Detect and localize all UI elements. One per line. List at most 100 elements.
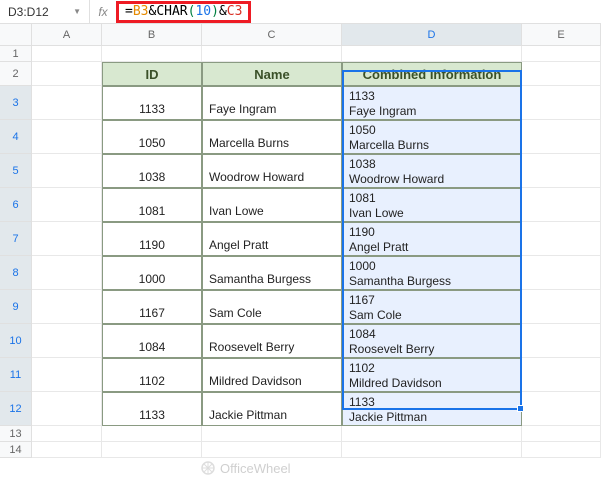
row-header-4[interactable]: 4	[0, 120, 32, 154]
cell-combined[interactable]: 1038 Woodrow Howard	[342, 154, 522, 188]
cell-combined[interactable]: 1167 Sam Cole	[342, 290, 522, 324]
col-header-c[interactable]: C	[202, 24, 342, 46]
chevron-down-icon[interactable]: ▼	[73, 7, 81, 16]
formula-input[interactable]: = B3 & CHAR ( 10 ) & C3	[116, 1, 251, 23]
cell-name[interactable]: Marcella Burns	[202, 120, 342, 154]
row-header-8[interactable]: 8	[0, 256, 32, 290]
cell-id[interactable]: 1084	[102, 324, 202, 358]
cell-name[interactable]: Mildred Davidson	[202, 358, 342, 392]
cell-combined[interactable]: 1133 Jackie Pittman	[342, 392, 522, 426]
cell[interactable]	[522, 324, 601, 358]
cell-combined[interactable]: 1081 Ivan Lowe	[342, 188, 522, 222]
cell-name[interactable]: Woodrow Howard	[202, 154, 342, 188]
cell[interactable]	[102, 442, 202, 458]
cell-combined[interactable]: 1133 Faye Ingram	[342, 86, 522, 120]
select-all-corner[interactable]	[0, 24, 32, 46]
cell-name[interactable]: Jackie Pittman	[202, 392, 342, 426]
cell-id[interactable]: 1133	[102, 86, 202, 120]
cell-combined[interactable]: 1084 Roosevelt Berry	[342, 324, 522, 358]
cell-id[interactable]: 1000	[102, 256, 202, 290]
cell[interactable]	[522, 426, 601, 442]
cell-name[interactable]: Faye Ingram	[202, 86, 342, 120]
cell-id[interactable]: 1133	[102, 392, 202, 426]
cell[interactable]	[522, 290, 601, 324]
row-header-5[interactable]: 5	[0, 154, 32, 188]
row-header-6[interactable]: 6	[0, 188, 32, 222]
header-combined[interactable]: Combined Information	[342, 62, 522, 86]
cell[interactable]	[102, 46, 202, 62]
cell[interactable]	[522, 256, 601, 290]
cell[interactable]	[32, 86, 102, 120]
cell-combined[interactable]: 1190 Angel Pratt	[342, 222, 522, 256]
cell[interactable]	[522, 392, 601, 426]
cell[interactable]	[32, 442, 102, 458]
formula-func: CHAR	[156, 4, 187, 19]
cell[interactable]	[342, 46, 522, 62]
cell[interactable]	[102, 426, 202, 442]
col-header-e[interactable]: E	[522, 24, 601, 46]
header-name[interactable]: Name	[202, 62, 342, 86]
cell-name[interactable]: Roosevelt Berry	[202, 324, 342, 358]
cell[interactable]	[32, 256, 102, 290]
cell[interactable]	[522, 46, 601, 62]
cell[interactable]	[32, 358, 102, 392]
cell[interactable]	[32, 222, 102, 256]
row-header-3[interactable]: 3	[0, 86, 32, 120]
cell[interactable]	[342, 442, 522, 458]
cell[interactable]	[32, 188, 102, 222]
cell-name[interactable]: Angel Pratt	[202, 222, 342, 256]
formula-lparen: (	[188, 4, 196, 19]
cell-id[interactable]: 1038	[102, 154, 202, 188]
cell-id[interactable]: 1102	[102, 358, 202, 392]
cell-id[interactable]: 1081	[102, 188, 202, 222]
cell[interactable]	[202, 426, 342, 442]
cell-name[interactable]: Ivan Lowe	[202, 188, 342, 222]
cell[interactable]	[32, 154, 102, 188]
cell-reference-box[interactable]: D3:D12 ▼	[0, 0, 90, 23]
cell[interactable]	[522, 86, 601, 120]
cell[interactable]	[32, 392, 102, 426]
cell-name[interactable]: Samantha Burgess	[202, 256, 342, 290]
row-header-14[interactable]: 14	[0, 442, 32, 458]
row-header-1[interactable]: 1	[0, 46, 32, 62]
spreadsheet-grid[interactable]: A B C D E 1 2 ID Name Combined Informati…	[0, 24, 601, 458]
cell[interactable]	[522, 442, 601, 458]
cell[interactable]	[522, 120, 601, 154]
col-header-b[interactable]: B	[102, 24, 202, 46]
cell-name[interactable]: Sam Cole	[202, 290, 342, 324]
wheel-icon	[200, 460, 216, 476]
cell[interactable]	[32, 46, 102, 62]
header-id[interactable]: ID	[102, 62, 202, 86]
cell[interactable]	[522, 358, 601, 392]
cell[interactable]	[202, 46, 342, 62]
col-header-d[interactable]: D	[342, 24, 522, 46]
cell-combined[interactable]: 1000 Samantha Burgess	[342, 256, 522, 290]
cell[interactable]	[522, 154, 601, 188]
row-header-12[interactable]: 12	[0, 392, 32, 426]
row-header-7[interactable]: 7	[0, 222, 32, 256]
cell[interactable]	[342, 426, 522, 442]
cell[interactable]	[32, 120, 102, 154]
row-header-11[interactable]: 11	[0, 358, 32, 392]
row-header-9[interactable]: 9	[0, 290, 32, 324]
formula-eq: =	[125, 4, 133, 19]
cell-id[interactable]: 1167	[102, 290, 202, 324]
col-header-a[interactable]: A	[32, 24, 102, 46]
cell[interactable]	[32, 290, 102, 324]
cell-combined[interactable]: 1102 Mildred Davidson	[342, 358, 522, 392]
cell[interactable]	[32, 62, 102, 86]
cell[interactable]	[202, 442, 342, 458]
row-header-13[interactable]: 13	[0, 426, 32, 442]
cell-id[interactable]: 1050	[102, 120, 202, 154]
cell[interactable]	[522, 188, 601, 222]
cell[interactable]	[522, 62, 601, 86]
row-header-10[interactable]: 10	[0, 324, 32, 358]
fx-icon[interactable]: fx	[90, 5, 116, 19]
cell[interactable]	[522, 222, 601, 256]
cell[interactable]	[32, 324, 102, 358]
row-header-2[interactable]: 2	[0, 62, 32, 86]
cell-id[interactable]: 1190	[102, 222, 202, 256]
formula-ref1: B3	[133, 4, 149, 19]
cell[interactable]	[32, 426, 102, 442]
cell-combined[interactable]: 1050 Marcella Burns	[342, 120, 522, 154]
